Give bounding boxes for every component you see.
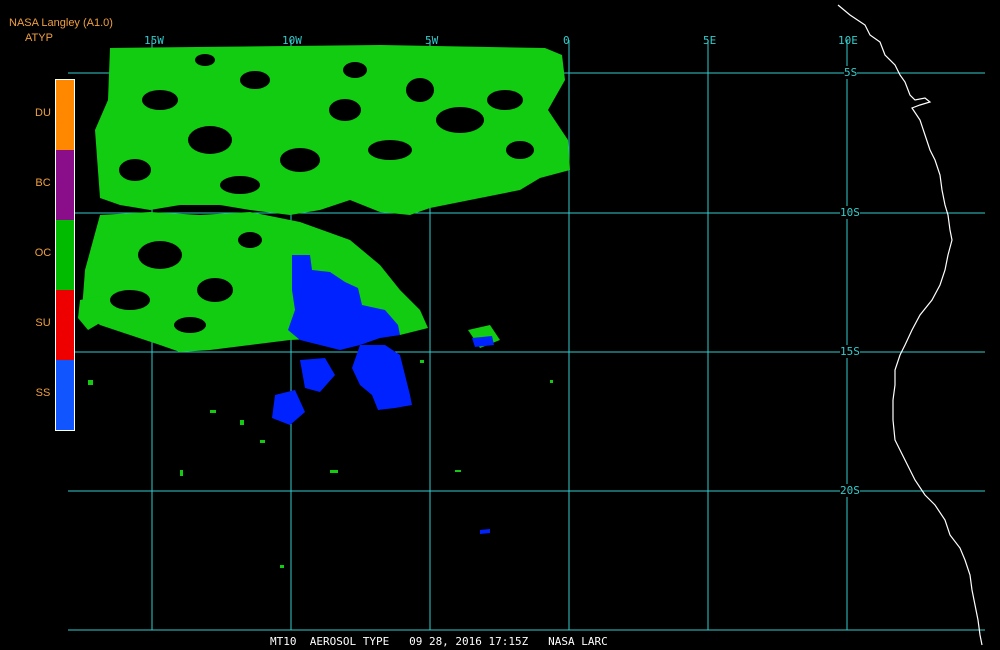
legend-label-su: SU [35,317,51,329]
source-label: NASA Langley (A1.0) [9,17,113,29]
oc-speck [240,420,244,425]
mask-gap [329,99,361,121]
mask-gap [188,126,232,154]
ss-patch-west [300,358,335,392]
lon-label-0: 0 [563,34,570,47]
aerosol-type-map [68,4,985,646]
lat-label-20s: 20S [840,484,860,497]
mask-gap [240,71,270,89]
oc-speck [210,410,216,413]
mask-gap [436,107,484,133]
mask-gap [174,317,206,333]
oc-speck [550,380,553,383]
lat-label-15s: 15S [840,345,860,358]
oc-speck [280,565,284,568]
legend-label-oc: OC [34,247,52,259]
legend-swatch-oc [56,220,74,290]
lon-label-15w: 15W [144,34,164,47]
oc-speck [260,440,265,443]
legend-swatch-su [56,290,74,360]
oc-speck [180,470,183,476]
mask-gap [280,148,320,172]
oc-speck [420,360,424,363]
ss-patch-small-2 [480,529,490,534]
map-caption: MT10 AEROSOL TYPE 09 28, 2016 17:15Z NAS… [270,635,608,648]
oc-region-north [95,45,570,215]
legend-label-du: DU [35,107,51,119]
legend-swatch-du [56,80,74,150]
lon-label-5e: 5E [703,34,717,47]
aerosol-type-legend [55,79,75,431]
africa-coastline [837,4,983,646]
legend-label-ss: SS [35,387,51,399]
mask-gap [138,241,182,269]
product-label: ATYP [25,32,53,44]
mask-gap [220,176,260,194]
mask-gap [406,78,434,102]
lon-label-5w: 5W [425,34,439,47]
oc-speck [455,470,461,472]
lat-label-10s: 10S [840,206,860,219]
lon-label-10w: 10W [282,34,302,47]
ss-patch-sw [272,390,305,425]
oc-speck [330,470,338,473]
mask-gap [506,141,534,159]
legend-label-bc: BC [35,177,51,189]
mask-gap [142,90,178,110]
legend-swatch-bc [56,150,74,220]
mask-gap [197,278,233,302]
lon-label-10e: 10E [838,34,858,47]
mask-gap [110,290,150,310]
legend-swatch-ss [56,360,74,430]
oc-speck [88,380,93,385]
mask-gap [195,54,215,66]
lat-label-5s: 5S [844,66,858,79]
ss-patch-south [352,345,412,410]
mask-gap [343,62,367,78]
mask-gap [368,140,412,160]
mask-gap [238,232,262,248]
mask-gap [119,159,151,181]
mask-gap [487,90,523,110]
